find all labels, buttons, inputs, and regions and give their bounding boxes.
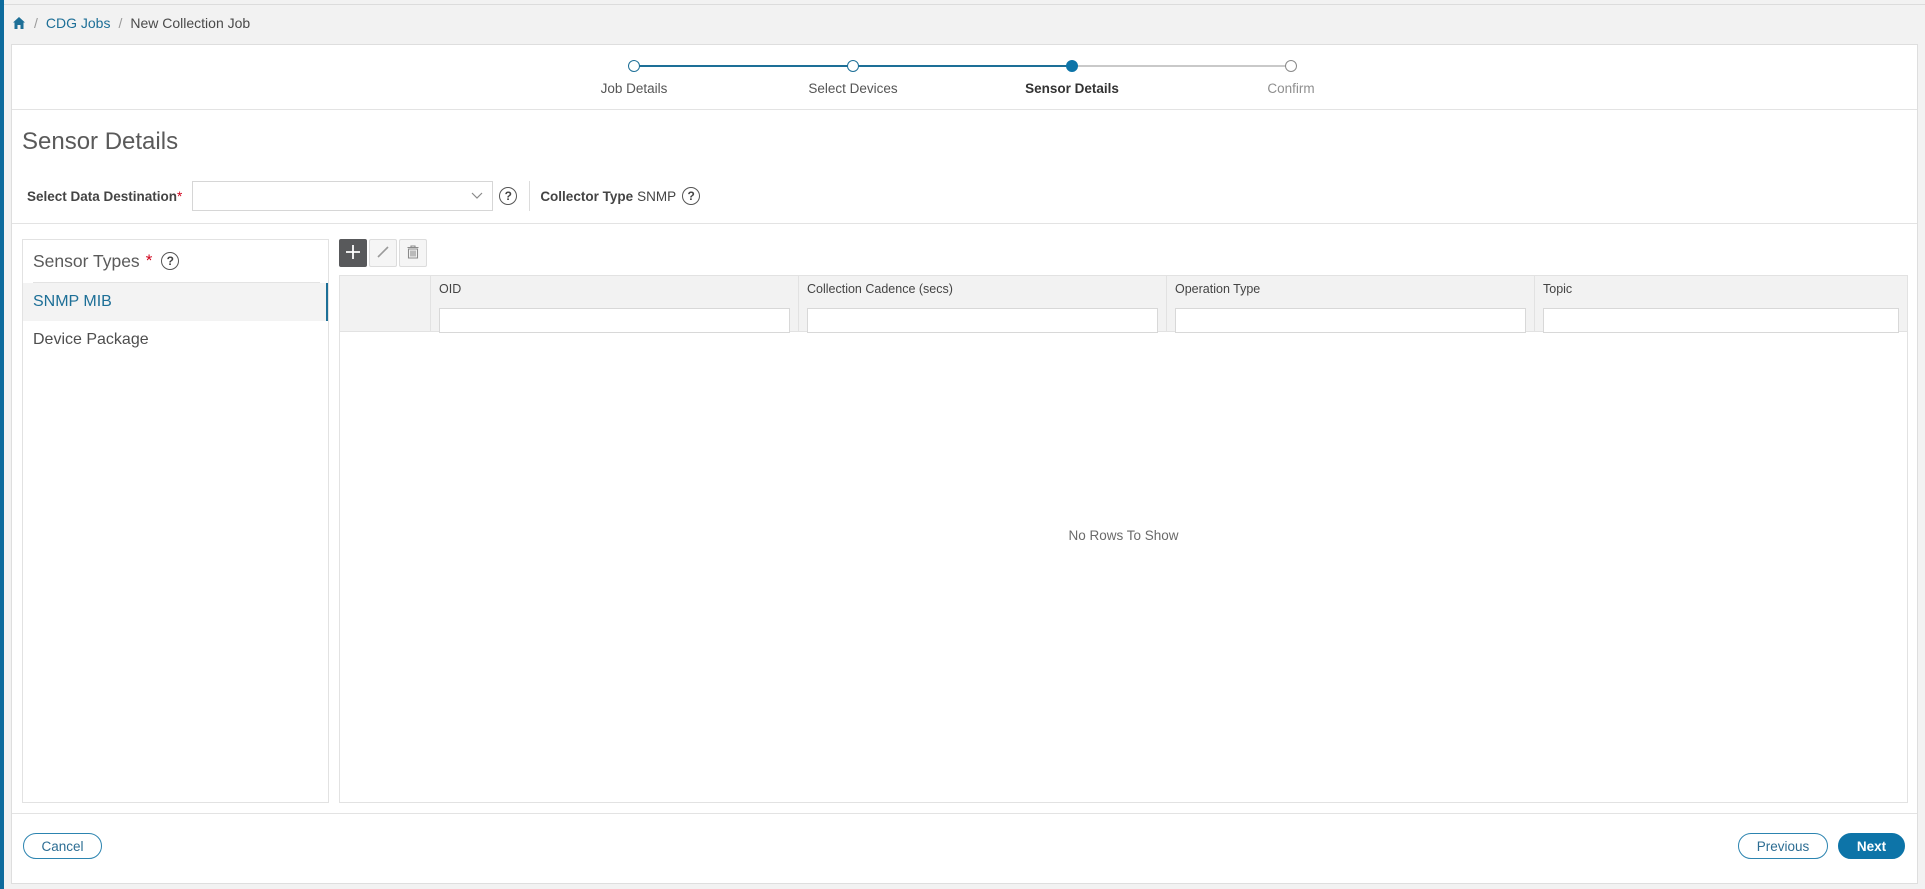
step-label-select-devices[interactable]: Select Devices <box>808 81 897 96</box>
edit-sensor-button[interactable] <box>369 239 397 267</box>
grid-toolbar <box>339 239 427 267</box>
step-label-job-details[interactable]: Job Details <box>601 81 668 96</box>
column-title[interactable]: Topic <box>1543 282 1899 300</box>
section-divider <box>12 223 1917 224</box>
operation-type-filter-input[interactable] <box>1175 308 1526 333</box>
oid-filter-input[interactable] <box>439 308 790 333</box>
footer-divider <box>12 813 1917 814</box>
trash-icon <box>405 244 421 263</box>
collector-type-value: SNMP <box>637 188 677 204</box>
left-accent-rail <box>0 0 4 889</box>
column-topic: Topic <box>1535 276 1907 333</box>
breadcrumb-separator: / <box>34 15 38 31</box>
destination-help-icon[interactable]: ? <box>499 187 518 205</box>
chevron-down-icon <box>470 188 484 202</box>
home-icon[interactable] <box>12 16 26 30</box>
page-title: Sensor Details <box>22 128 179 155</box>
sensor-type-device-package[interactable]: Device Package <box>23 321 328 359</box>
breadcrumb: / CDG Jobs / New Collection Job <box>12 14 250 32</box>
step-dot-job-details[interactable] <box>628 60 640 72</box>
cadence-filter-input[interactable] <box>807 308 1158 333</box>
column-title[interactable]: Collection Cadence (secs) <box>807 282 1158 300</box>
wizard-card: Job Details Select Devices Sensor Detail… <box>11 44 1918 884</box>
sensor-types-header: Sensor Types * ? <box>23 240 328 282</box>
required-marker: * <box>177 188 183 204</box>
column-title[interactable]: Operation Type <box>1175 282 1526 300</box>
sensor-types-help-icon[interactable]: ? <box>161 252 180 270</box>
wizard-stepper: Job Details Select Devices Sensor Detail… <box>12 45 1917 110</box>
add-sensor-button[interactable] <box>339 239 367 267</box>
collector-help-icon[interactable]: ? <box>682 187 701 205</box>
topic-filter-input[interactable] <box>1543 308 1899 333</box>
sensor-grid: OID Collection Cadence (secs) Operation … <box>339 275 1908 803</box>
sensor-types-title: Sensor Types <box>33 250 140 271</box>
column-collection-cadence: Collection Cadence (secs) <box>799 276 1167 333</box>
step-dot-sensor-details <box>1066 60 1078 72</box>
delete-sensor-button[interactable] <box>399 239 427 267</box>
top-divider <box>4 4 1925 5</box>
empty-state-message: No Rows To Show <box>1068 528 1179 543</box>
column-operation-type: Operation Type <box>1167 276 1535 333</box>
column-oid: OID <box>431 276 799 333</box>
step-connector <box>1072 65 1291 67</box>
grid-select-column <box>340 276 431 331</box>
plus-icon <box>344 243 362 264</box>
destination-row: Select Data Destination * ? Collector Typ… <box>27 180 701 212</box>
breadcrumb-separator: / <box>118 15 123 31</box>
vertical-divider <box>529 181 531 211</box>
step-dot-select-devices[interactable] <box>847 60 859 72</box>
breadcrumb-cdg-jobs[interactable]: CDG Jobs <box>46 15 111 31</box>
data-destination-select[interactable] <box>192 181 494 211</box>
sensor-types-panel: Sensor Types * ? SNMP MIB Device Package <box>22 239 329 803</box>
pencil-icon <box>375 244 391 263</box>
cancel-button[interactable]: Cancel <box>23 833 102 859</box>
step-label-sensor-details: Sensor Details <box>1025 81 1119 96</box>
step-dot-confirm <box>1285 60 1297 72</box>
collector-type-label: Collector Type <box>540 188 634 204</box>
column-title[interactable]: OID <box>439 282 790 300</box>
grid-header: OID Collection Cadence (secs) Operation … <box>340 276 1907 333</box>
sensor-type-snmp-mib[interactable]: SNMP MIB <box>23 283 328 321</box>
required-marker: * <box>145 251 153 270</box>
next-button[interactable]: Next <box>1838 833 1905 859</box>
previous-button[interactable]: Previous <box>1738 833 1828 859</box>
breadcrumb-current: New Collection Job <box>130 15 251 31</box>
step-connector <box>634 65 853 67</box>
step-label-confirm: Confirm <box>1267 81 1315 96</box>
step-connector <box>853 65 1072 67</box>
destination-label: Select Data Destination <box>27 188 178 204</box>
